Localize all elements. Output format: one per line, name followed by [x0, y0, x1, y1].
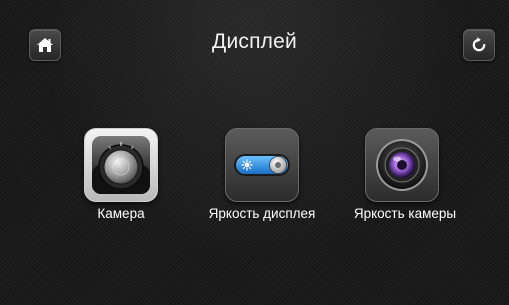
camera-settings-button[interactable]: [84, 128, 158, 202]
camera-brightness-button[interactable]: [365, 128, 439, 202]
display-brightness-button[interactable]: [225, 128, 299, 202]
camera-label: Камера: [97, 206, 145, 221]
page-title: Дисплей: [212, 30, 297, 53]
brightness-toggle-icon: [234, 154, 290, 176]
camera-brightness-label: Яркость камеры: [353, 206, 457, 221]
back-button[interactable]: [463, 29, 495, 61]
display-brightness-label: Яркость дисплея: [208, 206, 316, 221]
refresh-back-icon: [472, 37, 486, 52]
display-settings-screen: { "header": { "title": "Дисплей", "home_…: [0, 0, 509, 305]
camera-dial-icon: [92, 136, 150, 194]
camera-lens-icon: [376, 139, 428, 191]
